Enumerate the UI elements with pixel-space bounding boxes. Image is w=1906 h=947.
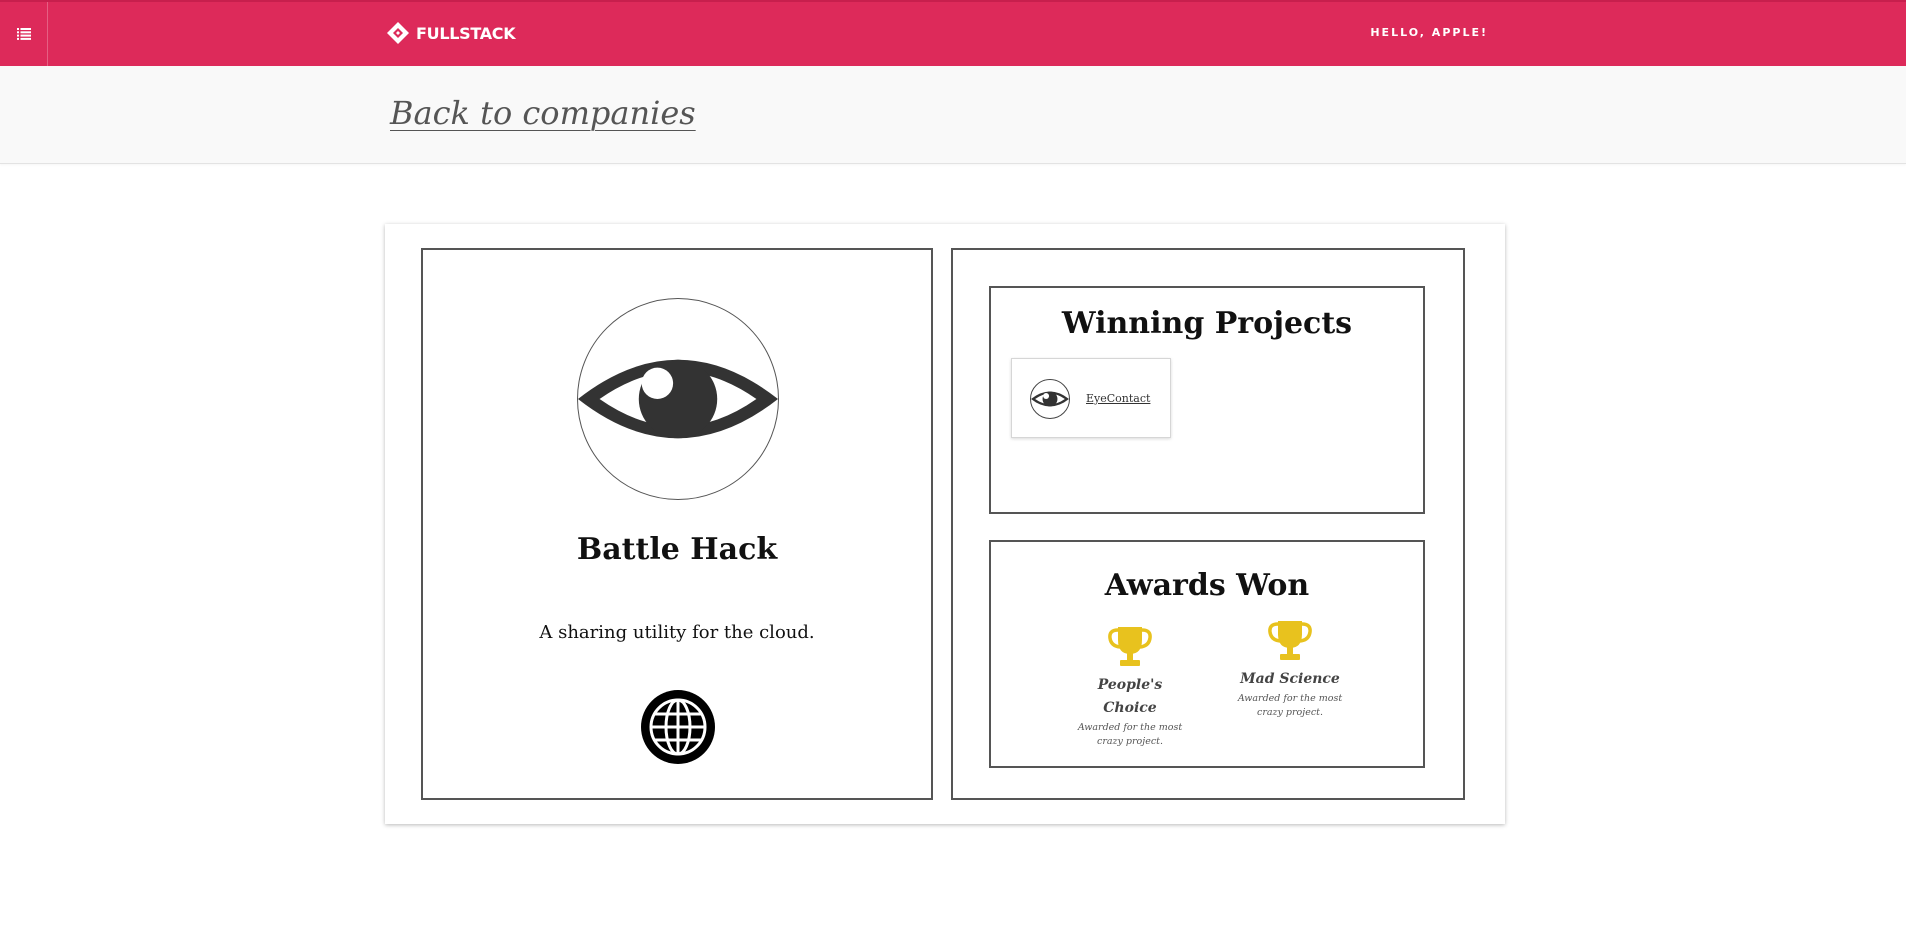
award-description: Awarded for the most crazy project. [1077,722,1183,747]
subheader: Back to companies [0,66,1906,164]
list-icon [16,28,31,40]
trophy-icon [1268,621,1312,660]
company-achievements-panel: Winning Projects EyeContact Awards Won P… [951,248,1465,800]
project-logo [1030,379,1070,419]
company-website-link[interactable] [641,690,715,764]
eye-icon [1031,391,1069,407]
user-greeting[interactable]: HELLO, APPLE! [1370,26,1488,39]
trophy-icon [1108,627,1152,666]
award-name: People's Choice [1097,677,1163,716]
company-logo [577,298,779,500]
award-item: Mad Science Awarded for the most crazy p… [1235,618,1345,720]
back-to-companies-link[interactable]: Back to companies [390,94,696,132]
eye-icon [578,359,778,439]
winning-projects-section: Winning Projects EyeContact [989,286,1425,514]
top-navbar: FULLSTACK HELLO, APPLE! [0,0,1906,66]
brand-name: FULLSTACK [416,23,516,43]
project-card[interactable]: EyeContact [1011,358,1171,438]
company-description: A sharing utility for the cloud. [539,622,815,643]
awards-title: Awards Won [1104,568,1310,603]
company-info-panel: Battle Hack A sharing utility for the cl… [421,248,933,800]
award-item: People's Choice Awarded for the most cra… [1075,624,1185,749]
awards-section: Awards Won People's Choice Awarded for t… [989,540,1425,768]
award-description: Awarded for the most crazy project. [1237,693,1343,718]
award-name: Mad Science [1240,671,1340,687]
globe-icon [641,690,715,764]
company-card: Battle Hack A sharing utility for the cl… [385,224,1505,824]
winning-projects-title: Winning Projects [1061,306,1353,341]
fullstack-logo-icon [387,22,409,44]
company-name: Battle Hack [576,532,778,567]
menu-toggle-button[interactable] [0,2,48,66]
project-name-link[interactable]: EyeContact [1086,392,1150,405]
brand-logo[interactable]: FULLSTACK [386,21,516,45]
